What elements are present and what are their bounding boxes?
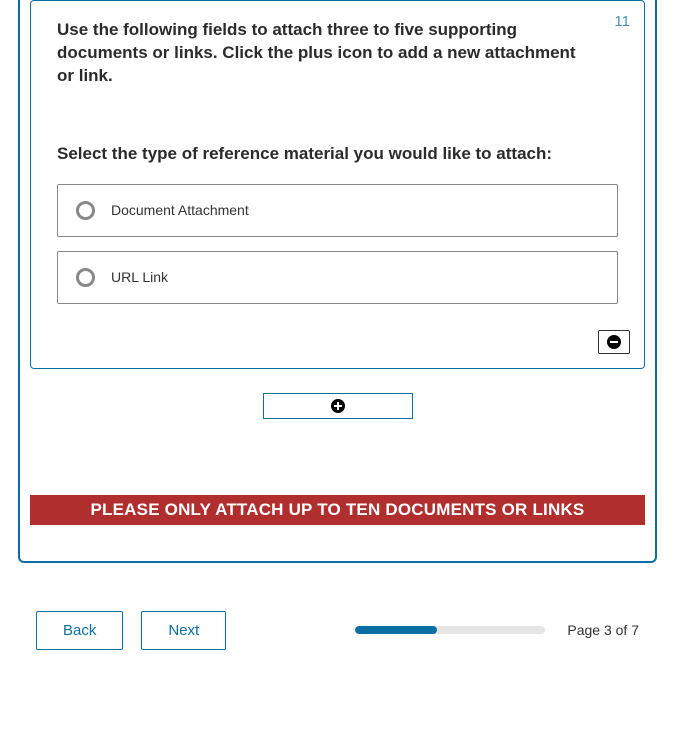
minus-circle-icon: [607, 335, 621, 349]
remove-attachment-button[interactable]: [598, 330, 630, 354]
option-label: Document Attachment: [111, 202, 249, 218]
option-label: URL Link: [111, 269, 168, 285]
radio-icon: [76, 268, 95, 287]
footer-row: Back Next Page 3 of 7: [0, 563, 675, 650]
option-url-link[interactable]: URL Link: [57, 251, 618, 304]
radio-icon: [76, 201, 95, 220]
question-card: 11 Use the following fields to attach th…: [30, 0, 645, 369]
footer-right: Page 3 of 7: [355, 622, 639, 638]
question-prompt: Select the type of reference material yo…: [57, 144, 618, 164]
question-number: 11: [614, 13, 630, 30]
question-instruction: Use the following fields to attach three…: [57, 19, 597, 88]
page-indicator: Page 3 of 7: [567, 622, 639, 638]
form-section-panel: 11 Use the following fields to attach th…: [18, 0, 657, 563]
spacer: [30, 437, 645, 495]
warning-banner: PLEASE ONLY ATTACH UP TO TEN DOCUMENTS O…: [30, 495, 645, 525]
progress-fill: [355, 626, 437, 634]
plus-circle-icon: [331, 399, 345, 413]
progress-bar: [355, 626, 545, 634]
next-button[interactable]: Next: [141, 611, 226, 650]
add-attachment-button[interactable]: [263, 393, 413, 419]
back-button[interactable]: Back: [36, 611, 123, 650]
option-document-attachment[interactable]: Document Attachment: [57, 184, 618, 237]
add-row: [30, 393, 645, 419]
